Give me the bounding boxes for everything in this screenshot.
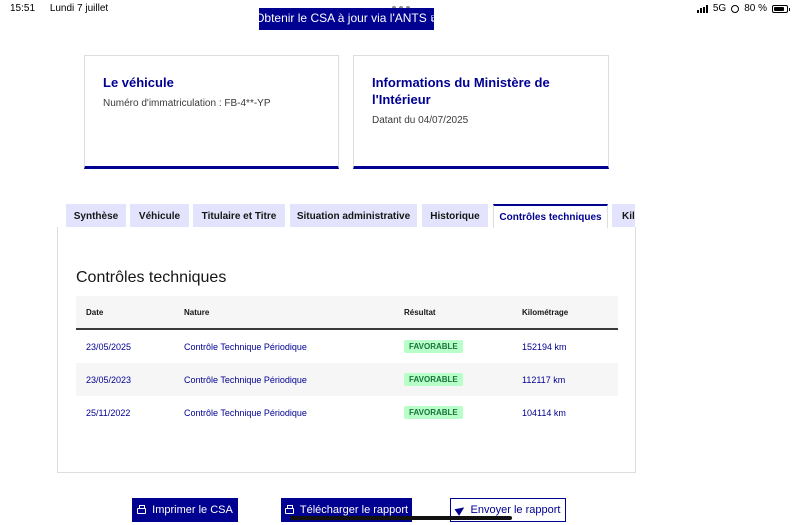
column-header-result: Résultat (404, 308, 436, 317)
row-date: 25/11/2022 (86, 408, 131, 418)
print-csa-label: Imprimer le CSA (152, 504, 233, 516)
tab-historique[interactable]: Historique (422, 204, 488, 228)
row-km: 112117 km (522, 375, 566, 385)
network-label: 5G (712, 3, 727, 14)
row-date: 23/05/2025 (86, 342, 132, 352)
row-nature: Contrôle Technique Périodique (184, 408, 307, 418)
table-row: 23/05/2025 Contrôle Technique Périodique… (76, 330, 618, 363)
tab-controles-techniques[interactable]: Contrôles techniques (493, 204, 608, 228)
battery-percent: 80 % (744, 3, 767, 14)
status-time: 15:51 (10, 3, 36, 14)
panel-title: Contrôles techniques (76, 269, 227, 286)
orientation-lock-icon (731, 4, 740, 13)
battery-icon (772, 4, 790, 13)
table-header: Date Nature Résultat Kilométrage (76, 296, 618, 330)
row-date: 23/05/2023 (86, 375, 132, 385)
result-badge: FAVORABLE (404, 373, 463, 386)
vehicle-card-title: Le véhicule (103, 75, 174, 90)
status-left: 15:51 Lundi 7 juillet (10, 3, 120, 14)
status-right: 5G 80 % (696, 3, 790, 14)
table-row: 23/05/2023 Contrôle Technique Périodique… (76, 363, 618, 396)
ministry-card: Informations du Ministère de l'Intérieur… (353, 55, 609, 169)
external-link-icon: ⧉ (431, 14, 434, 25)
tab-situation-administrative[interactable]: Situation administrative (290, 204, 417, 228)
tab-vehicule[interactable]: Véhicule (130, 204, 189, 228)
status-date: Lundi 7 juillet (49, 3, 109, 14)
send-icon (454, 504, 467, 516)
result-badge: FAVORABLE (404, 340, 463, 353)
ministry-date: Datant du 04/07/2025 (372, 115, 469, 126)
result-badge: FAVORABLE (404, 406, 463, 419)
send-report-label: Envoyer le rapport (470, 504, 561, 516)
signal-icon (696, 4, 708, 13)
printer-icon (284, 505, 294, 514)
get-csa-ants-label: Obtenir le CSA à jour via l'ANTS (259, 11, 427, 25)
home-indicator[interactable] (290, 516, 512, 520)
ministry-card-title: Informations du Ministère de l'Intérieur (372, 75, 550, 107)
download-report-label: Télécharger le rapport (299, 504, 409, 516)
column-header-date: Date (86, 308, 104, 317)
tab-synthese[interactable]: Synthèse (66, 204, 126, 228)
tab-list: Synthèse Véhicule Titulaire et Titre Sit… (66, 204, 635, 228)
tab-kilometrage[interactable]: Kilométrage (612, 204, 635, 228)
tab-titulaire-titre[interactable]: Titulaire et Titre (193, 204, 285, 228)
printer-icon (137, 505, 147, 514)
print-csa-button[interactable]: Imprimer le CSA (132, 498, 238, 522)
column-header-km: Kilométrage (522, 308, 569, 317)
get-csa-ants-button[interactable]: Obtenir le CSA à jour via l'ANTS ⧉ (259, 8, 434, 30)
column-header-nature: Nature (184, 308, 210, 317)
tab-panel: Contrôles techniques Date Nature Résulta… (57, 227, 636, 473)
vehicle-card: Le véhicule Numéro d'immatriculation : F… (84, 55, 339, 169)
table-row: 25/11/2022 Contrôle Technique Périodique… (76, 396, 618, 429)
row-nature: Contrôle Technique Périodique (184, 342, 307, 352)
row-km: 104114 km (522, 408, 566, 418)
row-km: 152194 km (522, 342, 567, 352)
registration-number: Numéro d'immatriculation : FB-4**-YP (103, 98, 271, 109)
controls-table: Date Nature Résultat Kilométrage 23/05/2… (76, 296, 618, 429)
row-nature: Contrôle Technique Périodique (184, 375, 307, 385)
